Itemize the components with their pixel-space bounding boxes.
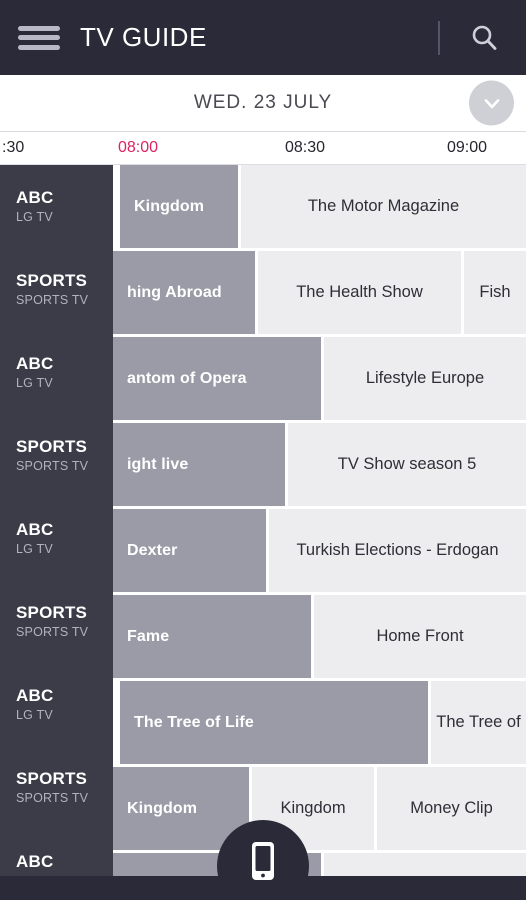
program-cell[interactable]: antom of Opera: [113, 337, 321, 420]
date-bar: WED. 23 JULY: [0, 75, 526, 132]
program-title: The Tree of Life: [120, 714, 254, 732]
time-tick: 08:00: [118, 139, 158, 157]
channel-subtitle: SPORTS TV: [16, 292, 113, 308]
sidebar-item-abc[interactable]: ABCLG TV: [0, 165, 113, 248]
header-divider: [438, 21, 440, 55]
tv-guide-screen: TV GUIDE WED. 23 JULY :30 08:00 08:30 09:00…: [0, 0, 526, 900]
program-title: Home Front: [314, 627, 526, 646]
channel-subtitle: LG TV: [16, 541, 113, 557]
program-title: Money Clip: [377, 799, 526, 818]
sidebar-item-sports[interactable]: SPORTSSPORTS TV: [0, 746, 113, 829]
hamburger-bar: [18, 35, 60, 40]
current-date-label: WED. 23 JULY: [194, 92, 332, 114]
channel-name: SPORTS: [16, 769, 113, 789]
program-title: Fish: [464, 283, 526, 302]
channel-name: SPORTS: [16, 271, 113, 291]
hamburger-bar: [18, 45, 60, 50]
time-ruler: :30 08:00 08:30 09:00: [0, 132, 526, 165]
program-cell[interactable]: Fame: [113, 595, 311, 678]
program-title: Kingdom: [113, 800, 197, 818]
time-tick: 09:00: [447, 139, 487, 157]
program-title: The Health Show: [258, 283, 461, 302]
channel-subtitle: SPORTS TV: [16, 458, 113, 474]
program-title: Kingdom: [252, 799, 374, 818]
program-title: Lifestyle Europe: [324, 369, 526, 388]
channel-name: SPORTS: [16, 437, 113, 457]
program-cell[interactable]: TV Show season 5: [288, 423, 526, 506]
channel-name: ABC: [16, 354, 113, 374]
channel-subtitle: SPORTS TV: [16, 790, 113, 806]
channel-subtitle: LG TV: [16, 209, 113, 225]
program-cell[interactable]: The Motor Magazine: [241, 165, 526, 248]
program-title: The Motor Magazine: [241, 197, 526, 216]
program-title: Kingdom: [120, 198, 204, 216]
sidebar-item-sports[interactable]: SPORTSSPORTS TV: [0, 248, 113, 331]
program-title: The Tree of: [431, 713, 526, 732]
program-title: Dexter: [113, 542, 177, 560]
channel-subtitle: LG TV: [16, 375, 113, 391]
program-cell[interactable]: hing Abroad: [113, 251, 255, 334]
time-tick: 08:30: [285, 139, 325, 157]
program-cell[interactable]: ight live: [113, 423, 285, 506]
channel-name: ABC: [16, 188, 113, 208]
channel-sidebar: ABCLG TVSPORTSSPORTS TVABCLG TVSPORTSSPO…: [0, 165, 113, 876]
program-title: hing Abroad: [113, 284, 222, 302]
sidebar-item-sports[interactable]: SPORTSSPORTS TV: [0, 580, 113, 663]
sidebar-item-abc[interactable]: ABCLG TV: [0, 829, 113, 876]
program-cell[interactable]: The Health Show: [258, 251, 461, 334]
channel-subtitle: LG TV: [16, 707, 113, 723]
program-cell[interactable]: Fish: [464, 251, 526, 334]
program-title: TV Show season 5: [288, 455, 526, 474]
program-cell[interactable]: Turkish Elections - Erdogan: [269, 509, 526, 592]
program-title: antom of Opera: [113, 370, 247, 388]
program-cell[interactable]: Lifestyle Europe: [324, 337, 526, 420]
chevron-down-icon[interactable]: [469, 81, 514, 126]
time-tick: :30: [2, 139, 24, 157]
channel-name: SPORTS: [16, 603, 113, 623]
program-cell[interactable]: Lifestyle Europe: [324, 853, 526, 876]
program-cell[interactable]: Dexter: [113, 509, 266, 592]
sidebar-item-abc[interactable]: ABCLG TV: [0, 497, 113, 580]
program-grid: Kingdom The Motor Magazine hing Abroad The …: [0, 165, 526, 876]
program-title: ight live: [113, 456, 188, 474]
channel-name: ABC: [16, 686, 113, 706]
program-title: Turkish Elections - Erdogan: [269, 541, 526, 560]
header-actions: [438, 18, 508, 58]
channel-name: ABC: [16, 520, 113, 540]
sidebar-item-sports[interactable]: SPORTSSPORTS TV: [0, 414, 113, 497]
channel-name: ABC: [16, 852, 113, 872]
page-title: TV GUIDE: [80, 22, 207, 53]
program-title: Fame: [113, 628, 169, 646]
sidebar-item-abc[interactable]: ABCLG TV: [0, 331, 113, 414]
hamburger-bar: [18, 26, 60, 31]
program-cell[interactable]: The Tree of Life: [120, 681, 428, 764]
program-cell[interactable]: Kingdom: [120, 165, 238, 248]
search-icon[interactable]: [464, 18, 504, 58]
hamburger-menu-icon[interactable]: [18, 23, 60, 53]
program-cell[interactable]: Money Clip: [377, 767, 526, 850]
program-cell[interactable]: Home Front: [314, 595, 526, 678]
sidebar-item-abc[interactable]: ABCLG TV: [0, 663, 113, 746]
app-header: TV GUIDE: [0, 0, 526, 75]
program-cell[interactable]: The Tree of: [431, 681, 526, 764]
channel-subtitle: SPORTS TV: [16, 624, 113, 640]
